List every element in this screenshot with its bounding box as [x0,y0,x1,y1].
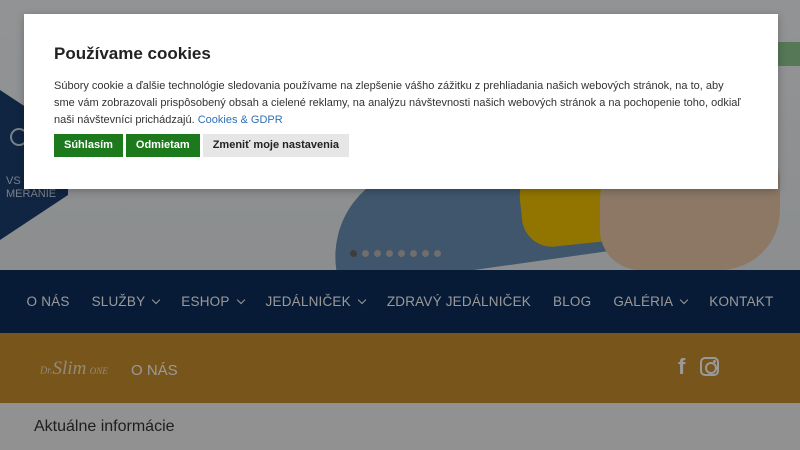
cookie-buttons: Súhlasím Odmietam Zmeniť moje nastavenia [54,134,350,157]
cookie-title: Používame cookies [54,44,211,63]
cookies-gdpr-link[interactable]: Cookies & GDPR [198,114,283,126]
cookie-text: Súbory cookie a ďalšie technológie sledo… [54,78,744,129]
cookie-dialog: Používame cookies Súbory cookie a ďalšie… [24,14,778,189]
settings-button[interactable]: Zmeniť moje nastavenia [202,134,350,157]
accept-button[interactable]: Súhlasím [54,134,123,157]
cookie-description: Súbory cookie a ďalšie technológie sledo… [54,80,741,126]
reject-button[interactable]: Odmietam [125,134,200,157]
